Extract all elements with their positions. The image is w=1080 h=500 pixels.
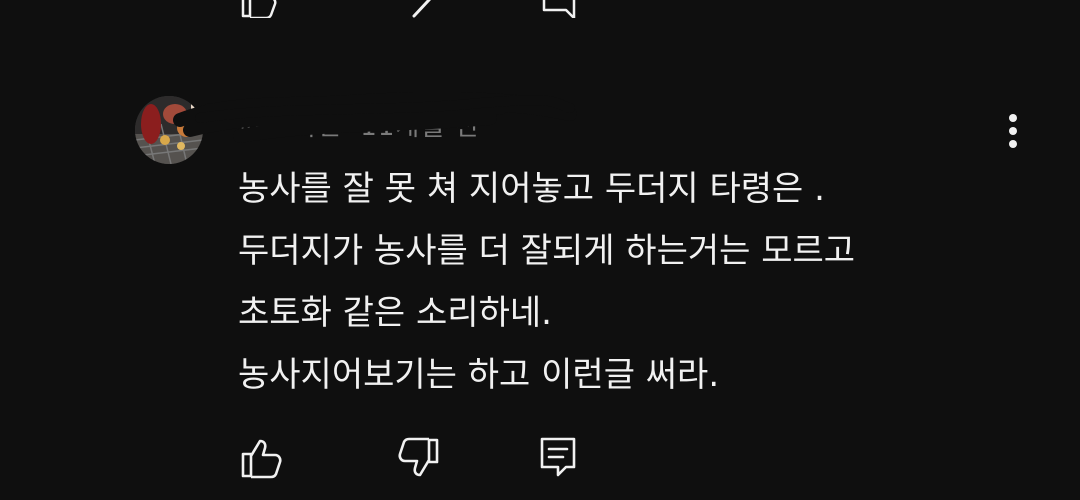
thumbs-up-icon [241, 439, 282, 479]
comment-reply-icon[interactable] [540, 0, 580, 22]
comment-actions [240, 436, 640, 486]
like-button[interactable] [240, 436, 284, 480]
more-dot-2 [1009, 127, 1017, 135]
thumbs-up-icon[interactable] [240, 0, 280, 22]
dislike-button[interactable] [396, 436, 440, 480]
previous-like-count: 4 [290, 0, 308, 1]
comment-header: @효지민 ·11개월 전 [173, 92, 580, 143]
comment-line-1: 농사를 잘 못 쳐 지어놓고 두더지 타령은 . [238, 169, 825, 209]
comment-line-2: 두더지가 농사를 더 잘되게 하는거는 모르고 [238, 231, 856, 271]
redaction-scribble [173, 92, 577, 143]
reply-button[interactable] [538, 436, 582, 480]
more-dot-3 [1009, 140, 1017, 148]
comment-line-4: 농사지어보기는 하고 이런글 써라. [238, 355, 720, 395]
pencil-icon[interactable] [406, 0, 446, 22]
more-vertical-icon [1009, 114, 1017, 122]
comment-line-3: 초토화 같은 소리하네. [238, 293, 552, 333]
comment-body: 농사를 잘 못 쳐 지어놓고 두더지 타령은 . 두더지가 농사를 더 잘되게 … [238, 158, 958, 406]
more-options-button[interactable] [996, 110, 1030, 150]
comment-reply-icon [540, 437, 576, 477]
comment-screen: 4 @효지민 ·11개월 전 [0, 0, 1080, 500]
thumbs-down-icon [398, 437, 439, 477]
